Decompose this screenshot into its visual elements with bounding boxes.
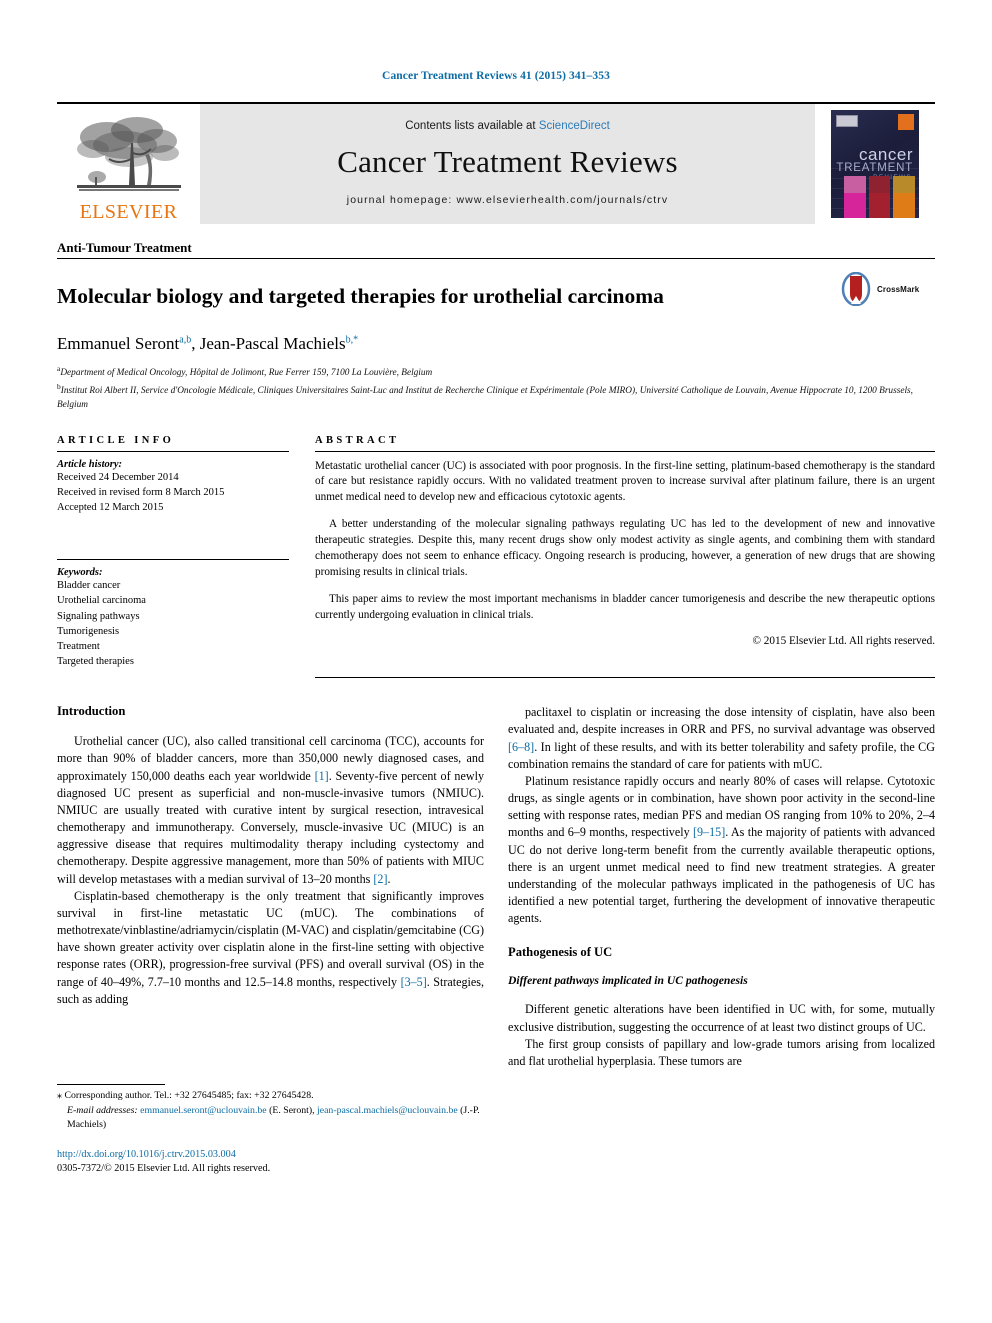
- section-heading-introduction: Introduction: [57, 704, 126, 719]
- crossmark-label: CrossMark: [877, 284, 920, 294]
- journal-banner: ELSEVIER Contents lists available at Sci…: [57, 102, 935, 224]
- body-paragraph: Urothelial cancer (UC), also called tran…: [57, 733, 484, 888]
- corresponding-author-text: Corresponding author. Tel.: +32 27645485…: [64, 1090, 314, 1102]
- page-title: Molecular biology and targeted therapies…: [57, 284, 664, 309]
- abstract-heading: ABSTRACT: [315, 434, 400, 446]
- info-abstract-block: ARTICLE INFO Article history: Received 2…: [57, 435, 935, 679]
- keyword-item[interactable]: Targeted therapies: [57, 654, 289, 669]
- body-columns: Introduction Urothelial cancer (UC), als…: [57, 704, 935, 1070]
- abstract-column: ABSTRACT Metastatic urothelial cancer (U…: [315, 435, 935, 679]
- cover-orange-square: [898, 114, 914, 130]
- article-info-heading: ARTICLE INFO: [57, 434, 175, 446]
- elsevier-logo: ELSEVIER: [57, 104, 200, 224]
- paragraph-text: . As the majority of patients with advan…: [508, 825, 935, 926]
- banner-center: Contents lists available at ScienceDirec…: [200, 104, 815, 224]
- article-history-list: Received 24 December 2014 Received in re…: [57, 470, 289, 516]
- keyword-item[interactable]: Tumorigenesis: [57, 624, 289, 639]
- cover-line-1: cancer: [858, 145, 913, 164]
- author-1-marks[interactable]: a,b: [179, 334, 191, 345]
- body-paragraph: The first group consists of papillary an…: [508, 1036, 935, 1070]
- body-paragraph: Different genetic alterations have been …: [508, 1001, 935, 1035]
- history-item: Received 24 December 2014: [57, 471, 179, 483]
- paragraph-text: . Seventy-five percent of newly diagnose…: [57, 768, 484, 886]
- citation-link[interactable]: [9–15]: [693, 825, 725, 839]
- keyword-item[interactable]: Treatment: [57, 639, 289, 654]
- citation-link[interactable]: [6–8]: [508, 740, 534, 754]
- keywords-label: Keywords:: [57, 567, 103, 579]
- keyword-list: Bladder cancer Urothelial carcinoma Sign…: [57, 578, 289, 669]
- authors-separator: ,: [191, 334, 200, 354]
- issn-copyright-line: 0305-7372/© 2015 Elsevier Ltd. All right…: [57, 1163, 271, 1175]
- author-2-name: Jean-Pascal Machiels: [199, 334, 346, 354]
- paragraph-text: . In light of these results, and with it…: [508, 739, 935, 771]
- history-item: Accepted 12 March 2015: [57, 501, 164, 513]
- keywords-block: Keywords: Bladder cancer Urothelial carc…: [57, 559, 289, 669]
- cover-publisher-badge: [836, 115, 858, 127]
- body-column-left: Introduction Urothelial cancer (UC), als…: [57, 704, 484, 1070]
- footnote-rule: [57, 1084, 165, 1086]
- author-1-name: Emmanuel Seront: [57, 334, 180, 354]
- history-item: Received in revised form 8 March 2015: [57, 486, 225, 498]
- email-comma: ,: [312, 1104, 315, 1116]
- author-2-marks[interactable]: b,*: [346, 334, 359, 345]
- sciencedirect-link[interactable]: ScienceDirect: [539, 120, 610, 132]
- paragraph-text: Different genetic alterations have been …: [508, 1002, 935, 1034]
- author-list: Emmanuel Seronta,b, Jean-Pascal Machiels…: [57, 334, 935, 354]
- email-link[interactable]: emmanuel.seront@uclouvain.be: [140, 1105, 267, 1116]
- doi-block: http://dx.doi.org/10.1016/j.ctrv.2015.03…: [57, 1148, 497, 1177]
- elsevier-tree-icon: [76, 117, 181, 191]
- doi-link[interactable]: http://dx.doi.org/10.1016/j.ctrv.2015.03…: [57, 1148, 497, 1162]
- email-addresses-note: E-mail addresses: emmanuel.seront@uclouv…: [57, 1104, 497, 1132]
- paragraph-text: .: [387, 871, 391, 886]
- elsevier-wordmark: ELSEVIER: [79, 201, 178, 223]
- cover-line-2: TREATMENT: [836, 162, 913, 174]
- article-info-column: ARTICLE INFO Article history: Received 2…: [57, 435, 315, 679]
- email-link[interactable]: jean-pascal.machiels@uclouvain.be: [317, 1105, 458, 1116]
- citation-link[interactable]: [3–5]: [401, 975, 427, 989]
- email-label: E-mail addresses:: [67, 1104, 138, 1116]
- cover-art: cancer TREATMENT REVIEWS: [831, 110, 919, 218]
- journal-homepage-line[interactable]: journal homepage: www.elsevierhealth.com…: [347, 194, 668, 206]
- crossmark-badge[interactable]: CrossMark: [839, 270, 935, 306]
- article-history-label: Article history:: [57, 458, 123, 470]
- abstract-paragraph: This paper aims to review the most impor…: [315, 593, 935, 622]
- citation-link[interactable]: [1]: [315, 769, 329, 783]
- subsection-heading-pathways: Different pathways implicated in UC path…: [508, 974, 748, 988]
- abstract-copyright: © 2015 Elsevier Ltd. All rights reserved…: [752, 635, 936, 648]
- corresponding-author-mark: ⁎: [57, 1090, 62, 1102]
- article-section-kicker: Anti-Tumour Treatment: [57, 240, 935, 259]
- abstract-paragraph: Metastatic urothelial cancer (UC) is ass…: [315, 459, 935, 504]
- footnote-zone: ⁎ Corresponding author. Tel.: +32 276454…: [57, 1084, 497, 1176]
- email-owner: (E. Seront): [269, 1104, 313, 1116]
- affiliation-a-text: Department of Medical Oncology, Hôpital …: [60, 367, 433, 378]
- keyword-item[interactable]: Signaling pathways: [57, 609, 289, 624]
- affiliation-a: aDepartment of Medical Oncology, Hôpital…: [57, 363, 935, 381]
- affiliations: aDepartment of Medical Oncology, Hôpital…: [57, 363, 935, 413]
- paragraph-text: The first group consists of papillary an…: [508, 1036, 935, 1068]
- crossmark-icon: [841, 272, 871, 306]
- citation-link[interactable]: [2]: [373, 872, 387, 886]
- body-paragraph: paclitaxel to cisplatin or increasing th…: [508, 704, 935, 773]
- contents-list-line: Contents lists available at ScienceDirec…: [405, 120, 610, 132]
- journal-article-page: Cancer Treatment Reviews 41 (2015) 341–3…: [0, 0, 992, 1323]
- body-column-right: paclitaxel to cisplatin or increasing th…: [508, 704, 935, 1070]
- journal-title: Cancer Treatment Reviews: [337, 143, 678, 179]
- contents-prefix: Contents lists available at: [405, 119, 539, 132]
- affiliation-b-text: Institut Roi Albert II, Service d'Oncolo…: [57, 385, 913, 410]
- section-heading-pathogenesis: Pathogenesis of UC: [508, 945, 613, 960]
- keyword-item[interactable]: Bladder cancer: [57, 578, 289, 593]
- affiliation-b: bInstitut Roi Albert II, Service d'Oncol…: [57, 381, 935, 413]
- abstract-paragraph: A better understanding of the molecular …: [315, 518, 935, 579]
- body-paragraph: Platinum resistance rapidly occurs and n…: [508, 773, 935, 928]
- title-row: Molecular biology and targeted therapies…: [57, 270, 935, 324]
- paragraph-text: paclitaxel to cisplatin or increasing th…: [508, 705, 935, 737]
- corresponding-author-note: ⁎ Corresponding author. Tel.: +32 276454…: [57, 1089, 497, 1104]
- body-paragraph: Cisplatin-based chemotherapy is the only…: [57, 888, 484, 1008]
- journal-cover-thumbnail[interactable]: cancer TREATMENT REVIEWS: [815, 104, 935, 224]
- cover-image-panels: [844, 176, 916, 218]
- keyword-item[interactable]: Urothelial carcinoma: [57, 593, 289, 608]
- running-head: Cancer Treatment Reviews 41 (2015) 341–3…: [382, 70, 610, 82]
